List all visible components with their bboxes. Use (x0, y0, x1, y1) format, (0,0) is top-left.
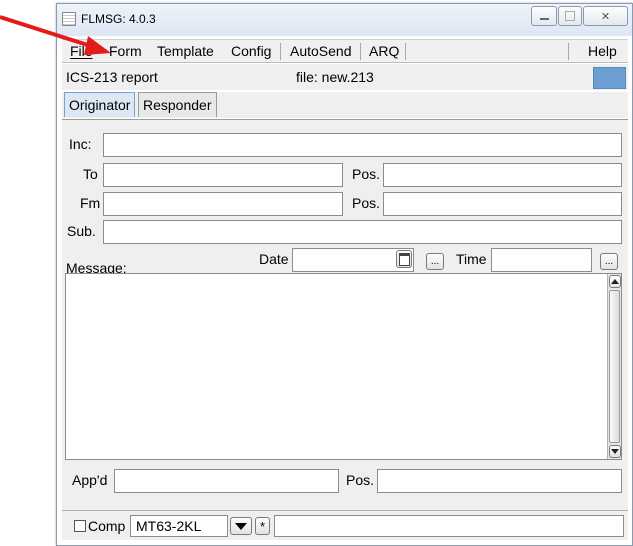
title-bar: FLMSG: 4.0.3 ✕ (57, 4, 632, 36)
time-now-button[interactable]: ... (600, 253, 618, 270)
message-scrollbar[interactable] (607, 274, 621, 459)
calendar-button[interactable] (396, 250, 412, 268)
window-title: FLMSG: 4.0.3 (81, 12, 156, 26)
fm-pos-input[interactable] (383, 192, 622, 216)
file-name: file: new.213 (296, 69, 374, 85)
app-icon (62, 12, 76, 26)
menu-separator (568, 43, 569, 60)
date-now-button[interactable]: ... (426, 253, 444, 270)
menu-template[interactable]: Template (151, 40, 220, 62)
status-row: ICS-213 report file: new.213 (62, 64, 628, 90)
maximize-icon (565, 11, 575, 21)
tab-responder[interactable]: Responder (138, 92, 217, 117)
menu-separator (360, 43, 361, 60)
minimize-button[interactable] (531, 6, 557, 26)
sub-label: Sub. (67, 223, 96, 239)
time-label: Time (456, 251, 487, 267)
to-pos-input[interactable] (383, 163, 622, 187)
bottom-bar: Comp MT63-2KL * (62, 510, 628, 540)
scroll-thumb[interactable] (609, 290, 620, 443)
appd-pos-input[interactable] (377, 469, 622, 493)
close-button[interactable]: ✕ (583, 6, 628, 26)
fm-pos-label: Pos. (352, 195, 381, 211)
to-pos-label: Pos. (352, 166, 381, 182)
mode-value: MT63-2KL (136, 518, 202, 534)
scroll-up-icon (611, 279, 619, 284)
menu-form[interactable]: Form (103, 40, 148, 62)
report-type: ICS-213 report (66, 69, 158, 85)
inc-label: Inc: (69, 136, 92, 152)
menu-separator (280, 43, 281, 60)
menu-bar: File Form Template Config AutoSend ARQ H… (62, 39, 628, 63)
calendar-icon (398, 252, 410, 266)
appd-input[interactable] (114, 469, 339, 493)
maximize-button[interactable] (558, 6, 582, 26)
star-button[interactable]: * (255, 517, 270, 535)
appd-pos-label: Pos. (346, 472, 375, 488)
date-label: Date (259, 251, 289, 267)
scroll-up-button[interactable] (609, 275, 621, 288)
inc-input[interactable] (103, 133, 622, 157)
form-panel: Inc: To Pos. Fm Pos. Sub. Message: Date … (62, 119, 628, 510)
to-input[interactable] (103, 163, 343, 187)
menu-help[interactable]: Help (572, 40, 623, 62)
time-input[interactable] (491, 248, 592, 272)
chevron-down-icon (235, 522, 247, 530)
message-textarea[interactable] (65, 273, 622, 460)
menu-arq[interactable]: ARQ (363, 40, 405, 62)
subject-input[interactable] (103, 220, 622, 244)
appd-label: App'd (72, 472, 108, 488)
modem-status-field (274, 515, 624, 537)
scroll-down-button[interactable] (609, 445, 621, 458)
minimize-icon (539, 18, 549, 20)
menu-autosend[interactable]: AutoSend (284, 40, 358, 62)
to-label: To (83, 166, 98, 182)
menu-file[interactable]: File (64, 40, 99, 62)
comp-label: Comp (88, 518, 126, 534)
menu-separator (405, 43, 406, 60)
close-icon: ✕ (600, 10, 611, 23)
tab-originator[interactable]: Originator (64, 92, 136, 117)
fm-input[interactable] (103, 192, 343, 216)
status-indicator (593, 67, 626, 89)
scroll-down-icon (611, 449, 619, 454)
comp-checkbox[interactable] (74, 520, 86, 532)
tab-strip: Originator Responder (62, 92, 628, 118)
mode-select[interactable]: MT63-2KL (130, 515, 228, 537)
fm-label: Fm (80, 195, 101, 211)
mode-dropdown-button[interactable] (230, 517, 252, 535)
menu-config[interactable]: Config (225, 40, 277, 62)
